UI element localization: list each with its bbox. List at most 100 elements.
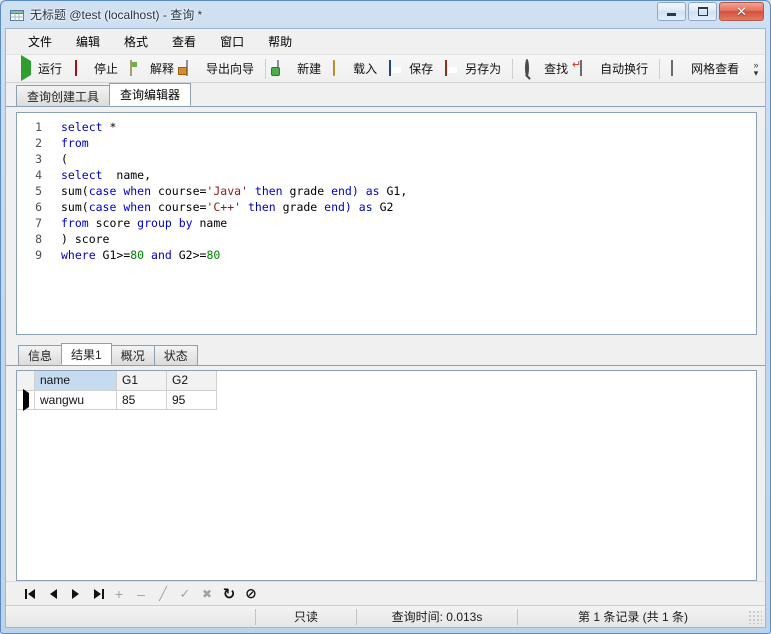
code-token: 'C++' [206,200,242,214]
plus-glyph [115,586,123,602]
new-query-icon [277,59,293,77]
export-wizard-button[interactable]: 导出向导 [180,58,260,80]
tab-info[interactable]: 信息 [18,345,63,365]
code-token: course= [157,184,207,198]
refresh-icon[interactable] [218,584,240,604]
column-header-g2[interactable]: G2 [166,371,217,391]
last-record-icon[interactable] [86,584,108,604]
record-navigator [6,581,765,605]
line-number: 6 [35,200,42,214]
tab-profile[interactable]: 概况 [110,345,155,365]
word-wrap-button[interactable]: 自动换行 [574,58,654,80]
table-row[interactable]: wangwu 85 95 [17,388,217,411]
menu-item-help[interactable]: 帮助 [256,29,304,54]
toolbar-separator [512,58,514,79]
close-button[interactable]: ✕ [719,2,764,21]
insert-record-icon[interactable] [108,584,130,604]
tab-status[interactable]: 状态 [153,345,198,365]
code-token: name, [102,168,152,182]
code-token: group by [137,216,200,230]
toolbar-separator [659,58,661,79]
current-row-arrow-icon [23,388,29,411]
toolbar-overflow-button[interactable]: » ▾ [749,55,763,83]
code-token: sum( [61,184,89,198]
code-line: where G1>=80 and G2>=80 [61,247,756,263]
code-token: select [61,168,103,182]
code-line: ( [61,151,756,167]
find-button-label: 查找 [544,62,569,76]
check-glyph [180,586,191,602]
apply-changes-icon[interactable] [174,584,196,604]
close-icon: ✕ [736,4,747,19]
tab-result1[interactable]: 结果1 [61,343,112,365]
code-token: * [109,120,117,134]
next-record-icon[interactable] [64,584,86,604]
line-number: 5 [35,184,42,198]
sql-editor[interactable]: 1 2 3 4 5 6 7 8 9 select * from(select na… [16,112,757,335]
line-number: 8 [35,232,42,246]
run-button[interactable]: 运行 [12,54,68,81]
table-body: wangwu 85 95 [17,388,217,411]
grid-view-button[interactable]: 网格查看 [665,58,745,80]
cell-g2[interactable]: 95 [166,390,217,410]
stop-loading-icon[interactable] [240,584,262,604]
menu-item-file[interactable]: 文件 [16,29,64,54]
status-query-time: 查询时间: 0.013s [391,610,483,624]
code-token: name [199,216,228,230]
column-header-name[interactable]: name [34,371,117,391]
menu-item-window[interactable]: 窗口 [208,29,256,54]
code-token: then [241,200,283,214]
maximize-icon [697,7,708,16]
tab-query-builder[interactable]: 查询创建工具 [16,85,111,106]
find-button[interactable]: 查找 [518,58,574,80]
word-wrap-icon [580,59,596,77]
save-button-label: 保存 [409,62,434,76]
load-button[interactable]: 载入 [327,58,383,80]
code-token: G1>= [102,248,131,262]
menu-item-edit[interactable]: 编辑 [64,29,112,54]
export-wizard-label: 导出向导 [206,62,255,76]
code-token: end) [331,184,359,198]
word-wrap-label: 自动换行 [600,62,649,76]
minimize-button[interactable] [657,2,686,21]
cell-g1[interactable]: 85 [116,390,167,410]
stop-button[interactable]: 停止 [68,58,124,80]
status-record-info: 第 1 条记录 (共 1 条) [577,610,688,624]
tab-query-editor[interactable]: 查询编辑器 [109,83,192,106]
sql-code-area[interactable]: select * from(select name, sum(case when c… [47,113,756,334]
code-token: sum( [61,200,89,214]
application-window: 无标题 @test (localhost) - 查询 * ✕ 文件 编辑 格式 … [0,0,771,634]
cell-name[interactable]: wangwu [34,390,117,410]
cross-glyph [202,587,212,601]
edit-record-icon[interactable] [152,584,174,604]
menu-item-format[interactable]: 格式 [112,29,160,54]
last-record-glyph [91,588,104,599]
row-marker-header [17,371,35,391]
new-query-button[interactable]: 新建 [271,58,327,80]
code-token: from [61,136,89,150]
code-token: then [247,184,290,198]
previous-record-icon[interactable] [42,584,64,604]
menu-bar: 文件 编辑 格式 查看 窗口 帮助 [6,29,765,55]
delete-record-icon[interactable] [130,584,152,604]
column-header-g1[interactable]: G1 [116,371,167,391]
cancel-changes-icon[interactable] [196,584,218,604]
title-bar: 无标题 @test (localhost) - 查询 * ✕ [5,1,766,28]
menu-item-view[interactable]: 查看 [160,29,208,54]
next-record-glyph [71,588,79,599]
save-as-label: 另存为 [465,62,502,76]
window-controls: ✕ [657,2,764,21]
editor-tab-strip: 查询创建工具 查询编辑器 [6,83,765,107]
save-as-button[interactable]: 另存为 [439,58,507,80]
explain-button[interactable]: 解释 [124,58,180,80]
play-icon [18,54,34,81]
first-record-icon[interactable] [20,584,42,604]
code-line: sum(case when course='C++' then grade en… [61,199,756,215]
result-grid[interactable]: name G1 G2 wangwu 85 95 [16,370,757,581]
code-token: G2>= [178,248,207,262]
code-token: 80 [206,248,221,262]
table-grid-icon [9,7,25,23]
resize-grip-icon[interactable] [748,609,762,624]
save-button[interactable]: 保存 [383,58,439,80]
maximize-button[interactable] [688,2,717,21]
